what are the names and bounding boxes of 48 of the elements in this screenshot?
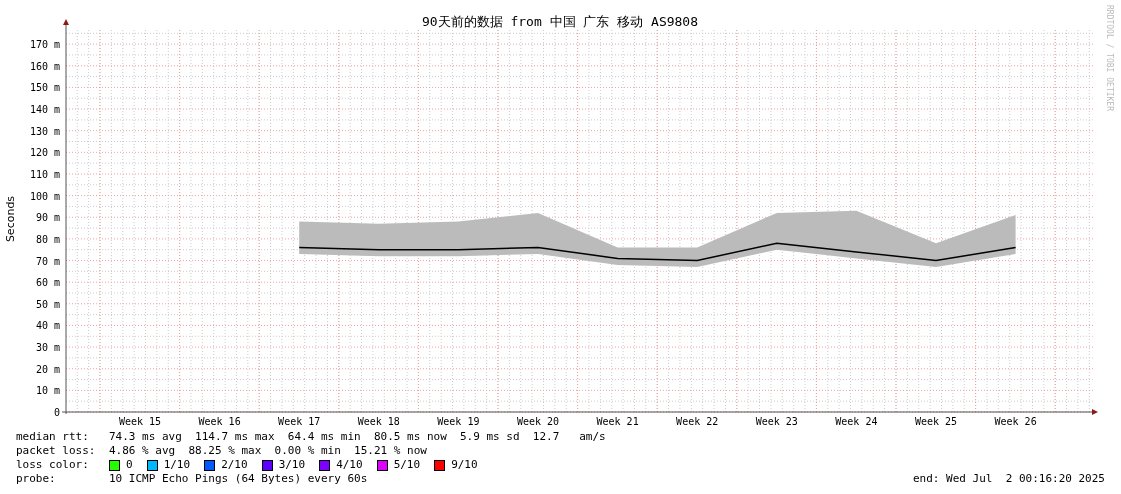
y-tick-label: 170 m (29, 39, 60, 51)
rrdtool-credit: RRDTOOL / TOBI OETIKER (1105, 5, 1114, 111)
chart-title: 90天前的数据 from 中国 广东 移动 AS9808 (421, 14, 699, 29)
loss-color-label: 3/10 (278, 458, 306, 472)
y-tick-label: 120 m (29, 147, 60, 159)
y-tick-label: 150 m (29, 82, 60, 94)
legend-label: probe: (16, 472, 57, 486)
y-tick-label: 80 m (35, 233, 60, 245)
x-tick-label: Week 20 (516, 416, 560, 427)
loss-color-label: 0 (126, 458, 133, 472)
loss-color-label: 2/10 (221, 458, 248, 472)
y-axis-label: Seconds (4, 195, 17, 243)
y-tick-label: 140 m (29, 104, 60, 116)
x-tick-label: Week 25 (914, 416, 958, 427)
y-tick-label: 30 m (35, 342, 60, 354)
y-tick-label: 50 m (35, 298, 60, 310)
y-tick-label: 10 m (35, 385, 60, 397)
end-time: end: Wed Jul 2 00:16:20 2025 (912, 472, 1105, 486)
packet-loss-stats: 4.86 % avg 88.25 % max 0.00 % min 15.21 % now (109, 444, 427, 458)
x-tick-label: Week 15 (118, 416, 162, 427)
loss-color-label: 9/10 (451, 458, 478, 472)
y-tick-label: 100 m (29, 190, 60, 202)
median-rtt-stats: 74.3 ms avg 114.7 ms max 64.4 ms min 80.5 ms now 5.9 ms sd 12.7 am/s (109, 430, 606, 444)
loss-color-label: 4/10 (336, 458, 363, 472)
legend-label: packet loss: (16, 444, 97, 458)
y-tick-label: 40 m (35, 320, 60, 332)
x-tick-label: Week 26 (994, 416, 1037, 427)
x-tick-label: Week 17 (278, 416, 321, 427)
x-tick-label: Week 24 (835, 416, 878, 427)
legend-label: median rtt: (16, 430, 90, 444)
y-tick-label: 60 m (35, 277, 60, 289)
x-tick-label: Week 16 (198, 416, 241, 427)
x-tick-label: Week 19 (437, 416, 480, 427)
y-tick-label: 160 m (29, 60, 60, 72)
loss-color-label: 5/10 (393, 458, 421, 472)
probe-info: 10 ICMP Echo Pings (64 Bytes) every 60s (109, 472, 368, 486)
y-tick-label: 20 m (35, 363, 60, 375)
legend-label: loss color: (16, 458, 90, 472)
x-tick-label: Week 22 (676, 416, 719, 427)
y-tick-label: 130 m (29, 125, 60, 137)
loss-color-label: 1/10 (163, 458, 191, 472)
x-tick-label: Week 21 (596, 416, 639, 427)
y-tick-label: 110 m (29, 169, 60, 180)
x-tick-label: Week 23 (755, 416, 798, 427)
y-tick-label: 0 (53, 407, 60, 418)
y-tick-label: 90 m (35, 212, 60, 224)
x-tick-label: Week 18 (357, 416, 400, 427)
y-tick-label: 70 m (35, 255, 60, 267)
